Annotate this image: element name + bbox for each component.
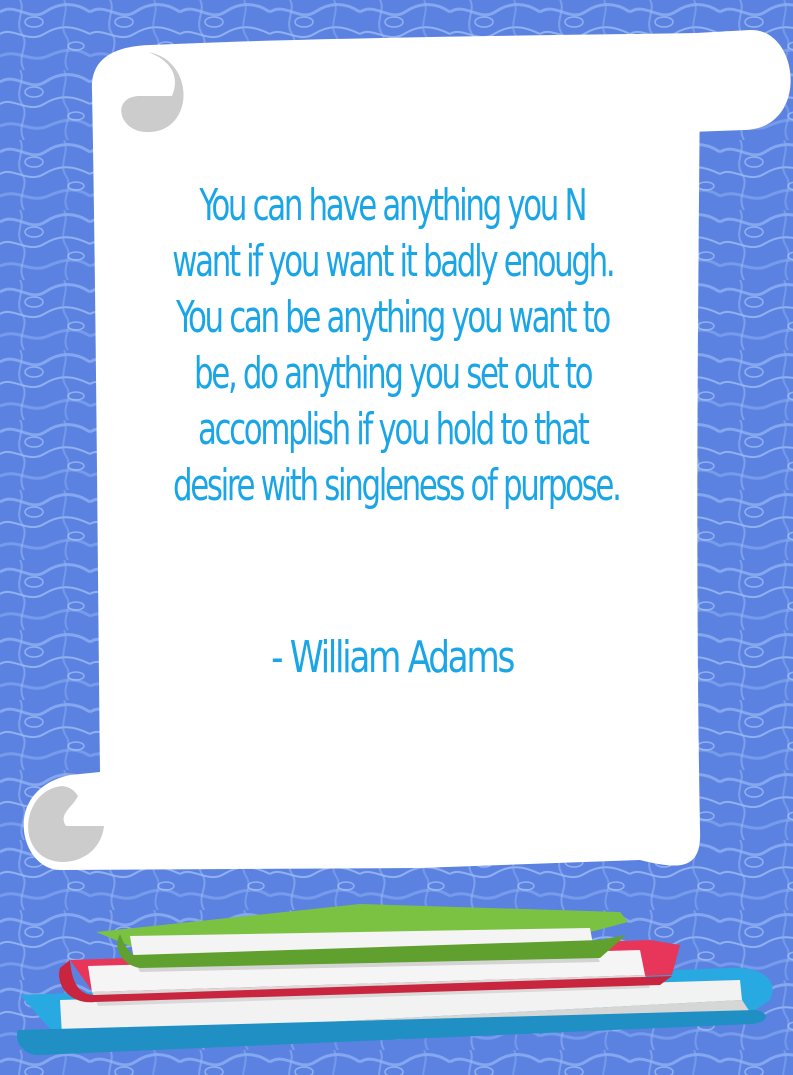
quote-text: You can have anything you N want if you … — [110, 178, 675, 514]
book-stack — [16, 904, 773, 1056]
quote-line: desire with singleness of purpose. — [172, 460, 622, 511]
quote-line: be, do anything you set out to — [193, 348, 594, 399]
quote-line: accomplish if you hold to that — [197, 404, 590, 455]
quote-line: You can be anything you want to — [176, 292, 611, 343]
quote-line: You can have anything you N — [199, 180, 588, 231]
book-top-green — [96, 904, 628, 972]
quote-author: - William Adams — [271, 632, 516, 683]
quote-line: want if you want it badly enough. — [172, 236, 615, 287]
